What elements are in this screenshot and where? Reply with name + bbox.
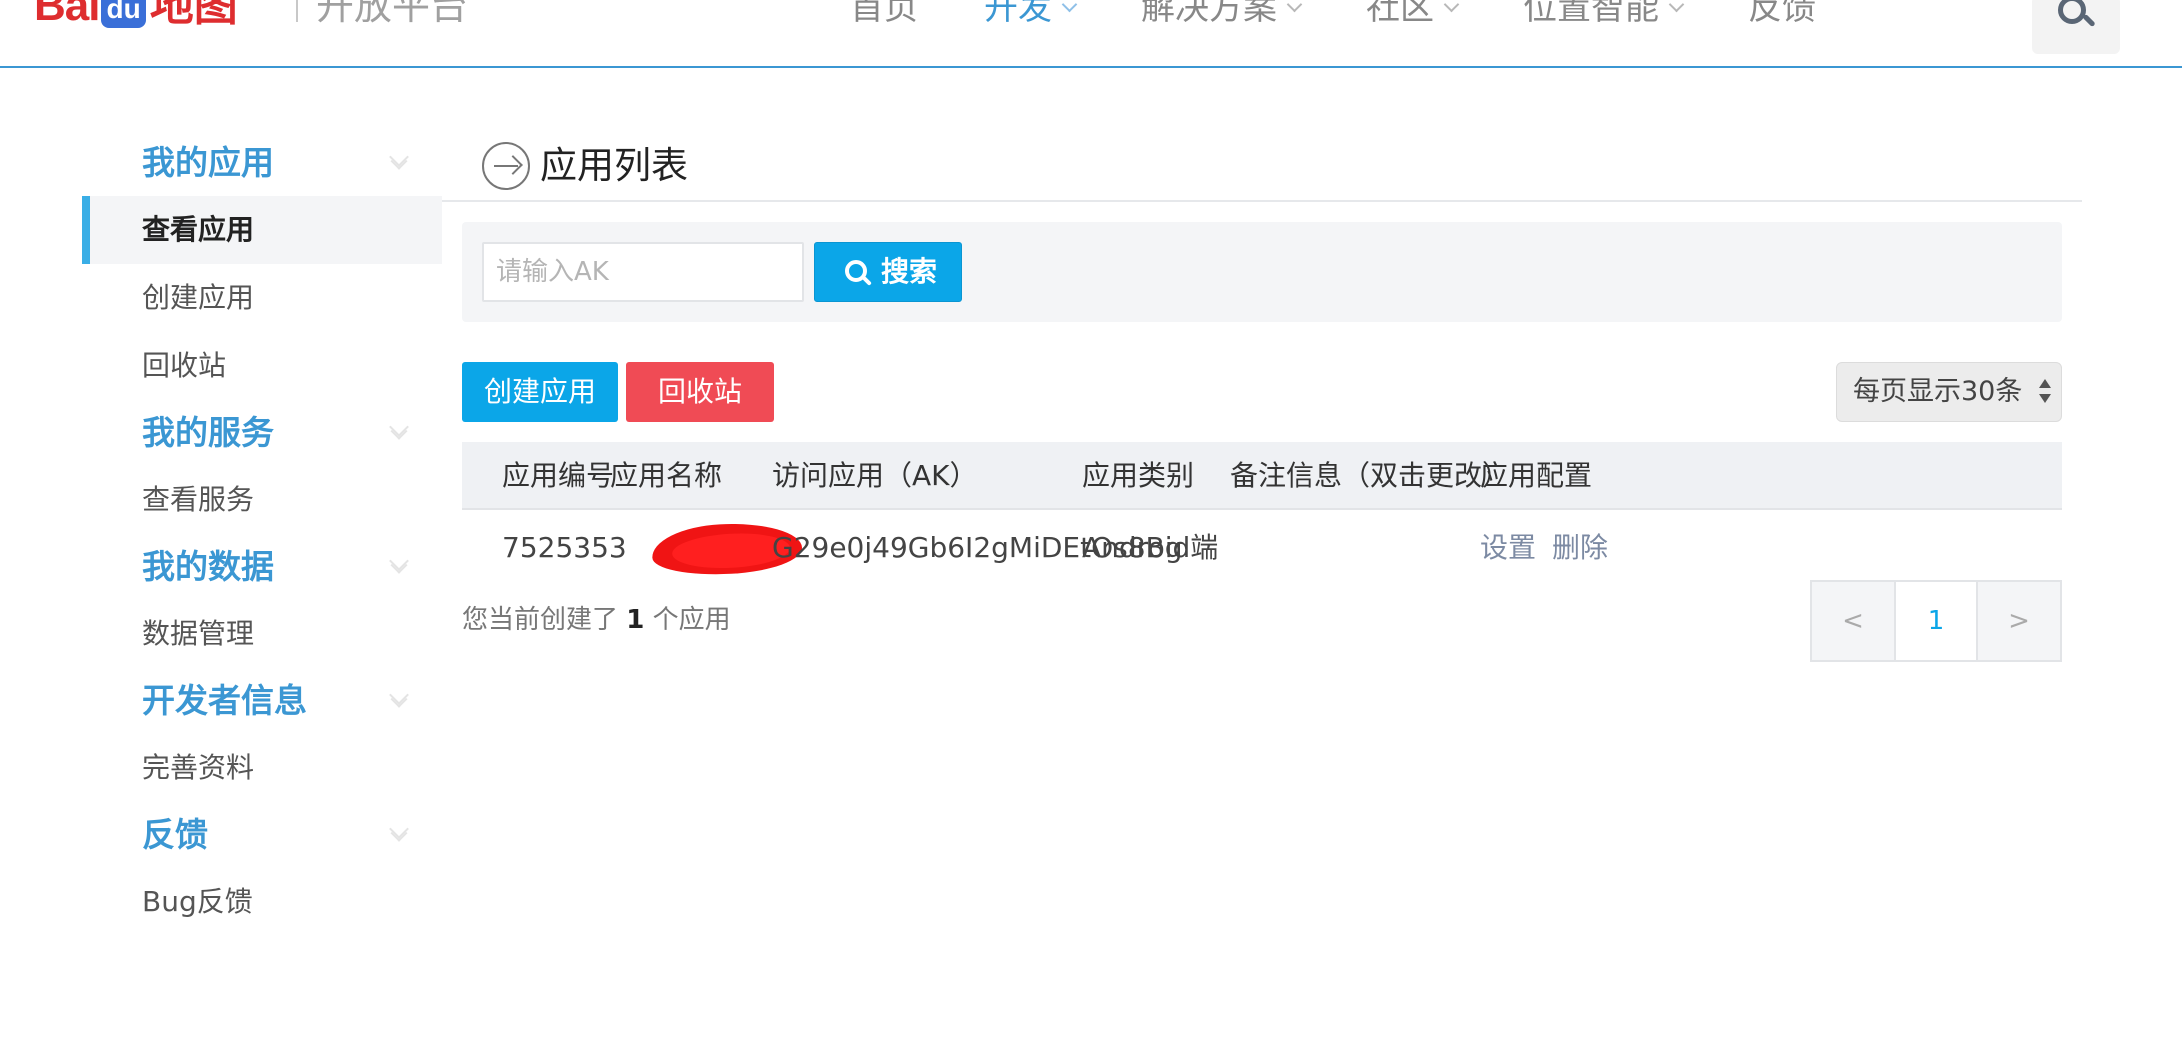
nav-label: 开发 bbox=[984, 0, 1052, 28]
page-header: 应用列表 bbox=[442, 130, 2082, 202]
top-header: Bai du 地图 开放平台 首页 开发 解决方案 社区 位置智能 反馈 bbox=[0, 0, 2182, 68]
arrow-right-circle-icon bbox=[482, 142, 530, 190]
cell-app-id: 7525353 bbox=[502, 531, 627, 564]
cell-app-category: Android端 bbox=[1082, 531, 1219, 564]
sidebar-item-view-services[interactable]: 查看服务 bbox=[82, 466, 442, 534]
sidebar-item-label: 完善资料 bbox=[142, 751, 255, 784]
summary-suffix: 个应用 bbox=[652, 605, 731, 635]
nav-label: 位置智能 bbox=[1523, 0, 1659, 28]
page-size-label: 每页显示30条 bbox=[1853, 376, 2023, 407]
col-access-ak: 访问应用（AK） bbox=[772, 459, 978, 492]
page-size-select[interactable]: 每页显示30条 bbox=[1836, 362, 2062, 422]
col-app-name: 应用名称 bbox=[610, 459, 723, 492]
ak-search-input[interactable] bbox=[482, 242, 804, 302]
logo-divider bbox=[296, 0, 298, 22]
sidebar-item-view-apps[interactable]: 查看应用 bbox=[82, 196, 442, 264]
prev-page-button[interactable]: < bbox=[1812, 582, 1894, 660]
main-content: 应用列表 搜索 创建应用 回收站 每页显示30条 应用编号 应用名称 访问应用（… bbox=[442, 130, 2082, 662]
page-title: 应用列表 bbox=[540, 144, 688, 187]
search-button-label: 搜索 bbox=[881, 255, 938, 288]
sidebar-item-label: 数据管理 bbox=[142, 617, 255, 650]
sidebar-item-data-management[interactable]: 数据管理 bbox=[82, 600, 442, 668]
collapse-chevron-icon bbox=[389, 685, 409, 705]
table-header: 应用编号 应用名称 访问应用（AK） 应用类别 备注信息（双击更改） 应用配置 bbox=[462, 442, 2062, 510]
sidebar-group-title: 我的应用 bbox=[142, 143, 274, 182]
page-1-button[interactable]: 1 bbox=[1894, 582, 1978, 660]
chevron-down-icon bbox=[1668, 0, 1685, 12]
search-icon-handle bbox=[862, 276, 872, 286]
app-table: 应用编号 应用名称 访问应用（AK） 应用类别 备注信息（双击更改） 应用配置 … bbox=[462, 442, 2062, 586]
collapse-chevron-icon bbox=[389, 819, 409, 839]
logo-text: Bai bbox=[34, 0, 100, 30]
nav-label: 首页 bbox=[850, 0, 918, 28]
collapse-chevron-icon bbox=[389, 147, 409, 167]
pagination: < 1 > bbox=[1810, 580, 2062, 662]
search-button[interactable]: 搜索 bbox=[814, 242, 962, 302]
sidebar-group-my-data[interactable]: 我的数据 bbox=[82, 534, 442, 600]
sidebar-item-label: 查看应用 bbox=[142, 213, 255, 246]
nav-label: 解决方案 bbox=[1141, 0, 1277, 28]
col-app-id: 应用编号 bbox=[502, 459, 615, 492]
col-app-config: 应用配置 bbox=[1480, 459, 1593, 492]
sidebar-group-feedback[interactable]: 反馈 bbox=[82, 802, 442, 868]
nav-item-home[interactable]: 首页 bbox=[850, 0, 918, 30]
delete-link[interactable]: 删除 bbox=[1552, 510, 1608, 586]
sidebar-item-label: 创建应用 bbox=[142, 281, 255, 314]
nav-item-develop[interactable]: 开发 bbox=[984, 0, 1078, 30]
sidebar-item-label: Bug反馈 bbox=[142, 885, 253, 918]
chevron-down-icon bbox=[1443, 0, 1460, 12]
col-app-category: 应用类别 bbox=[1082, 459, 1195, 492]
summary-prefix: 您当前创建了 bbox=[462, 605, 619, 635]
settings-link[interactable]: 设置 bbox=[1480, 510, 1536, 586]
chevron-down-icon bbox=[1061, 0, 1078, 12]
sidebar: 我的应用 查看应用 创建应用 回收站 我的服务 查看服务 我的数据 数据管理 开… bbox=[82, 130, 442, 936]
sidebar-group-title: 反馈 bbox=[142, 815, 208, 854]
nav-item-solutions[interactable]: 解决方案 bbox=[1141, 0, 1303, 30]
chevron-down-icon bbox=[1286, 0, 1303, 12]
sidebar-group-title: 我的数据 bbox=[142, 547, 274, 586]
header-search-button[interactable] bbox=[2032, 0, 2120, 54]
arrow-head bbox=[503, 155, 523, 175]
sidebar-item-complete-profile[interactable]: 完善资料 bbox=[82, 734, 442, 802]
select-arrows-icon bbox=[2039, 379, 2051, 407]
summary-count: 1 bbox=[626, 605, 645, 635]
sidebar-item-bug-feedback[interactable]: Bug反馈 bbox=[82, 868, 442, 936]
logo-map-text: 地图 bbox=[149, 0, 238, 30]
sidebar-group-title: 开发者信息 bbox=[142, 681, 307, 720]
baidu-map-logo[interactable]: Bai du 地图 bbox=[34, 0, 238, 28]
search-panel: 搜索 bbox=[462, 222, 2062, 322]
sidebar-group-my-services[interactable]: 我的服务 bbox=[82, 400, 442, 466]
create-app-button[interactable]: 创建应用 bbox=[462, 362, 618, 422]
search-icon bbox=[2058, 0, 2086, 24]
platform-subtitle: 开放平台 bbox=[316, 0, 469, 28]
sidebar-item-create-app[interactable]: 创建应用 bbox=[82, 264, 442, 332]
sidebar-group-my-apps[interactable]: 我的应用 bbox=[82, 130, 442, 196]
sidebar-group-developer-info[interactable]: 开发者信息 bbox=[82, 668, 442, 734]
collapse-chevron-icon bbox=[389, 551, 409, 571]
next-page-button[interactable]: > bbox=[1978, 582, 2060, 660]
nav-item-community[interactable]: 社区 bbox=[1366, 0, 1460, 30]
nav-label: 反馈 bbox=[1748, 0, 1816, 28]
sidebar-group-title: 我的服务 bbox=[142, 413, 274, 452]
nav-item-location-intelligence[interactable]: 位置智能 bbox=[1523, 0, 1685, 30]
recycle-bin-button[interactable]: 回收站 bbox=[626, 362, 774, 422]
logo-badge: du bbox=[101, 0, 146, 28]
nav-item-feedback[interactable]: 反馈 bbox=[1748, 0, 1816, 30]
sidebar-item-label: 查看服务 bbox=[142, 483, 255, 516]
table-row: 7525353 G29e0j49Gb6I2gMiDEtOs8Bg Android… bbox=[462, 510, 2062, 586]
collapse-chevron-icon bbox=[389, 417, 409, 437]
col-note: 备注信息（双击更改） bbox=[1230, 459, 1511, 492]
sidebar-item-recycle-bin[interactable]: 回收站 bbox=[82, 332, 442, 400]
search-icon-handle bbox=[2082, 13, 2096, 28]
main-nav: 首页 开发 解决方案 社区 位置智能 反馈 bbox=[850, 0, 1882, 30]
app-count-summary: 您当前创建了 1 个应用 bbox=[462, 600, 731, 640]
nav-label: 社区 bbox=[1366, 0, 1434, 28]
sidebar-item-label: 回收站 bbox=[142, 349, 227, 382]
